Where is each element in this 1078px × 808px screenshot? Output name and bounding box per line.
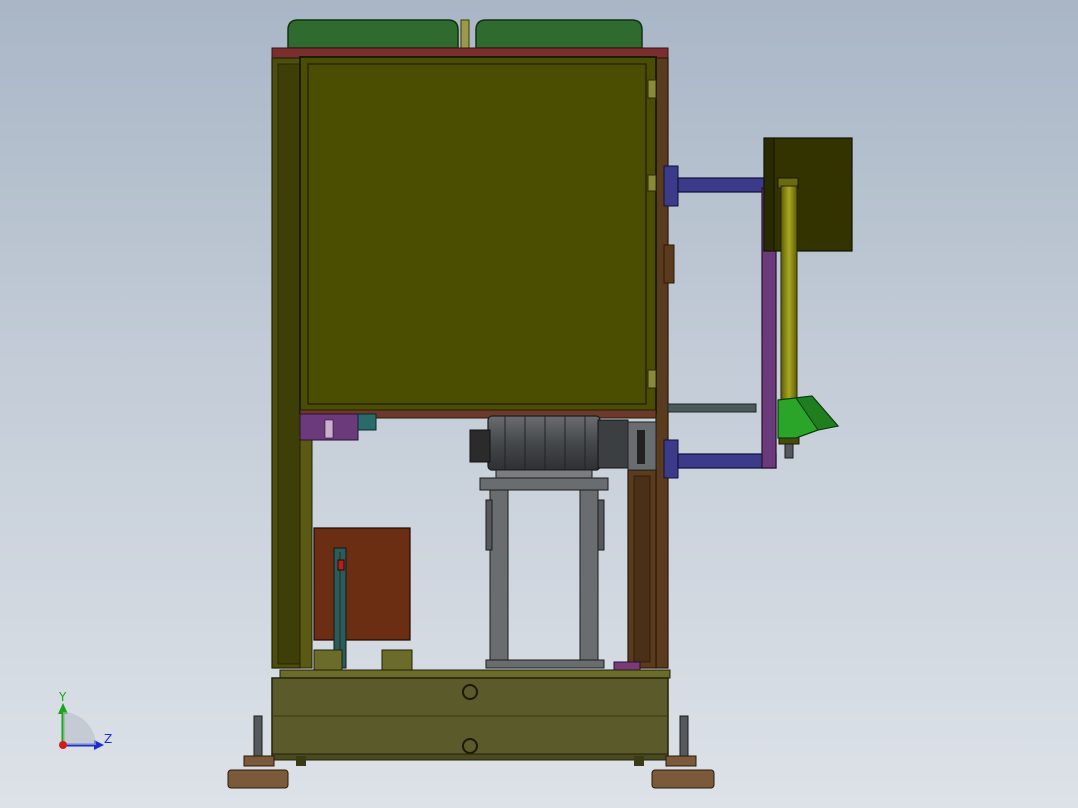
side-bracket-assembly[interactable] [663,165,777,479]
x-axis-dot [59,741,67,749]
lower-brown-box [313,527,411,669]
top-cover-left [287,19,459,49]
coordinate-triad [58,703,104,750]
motor-pulley [469,429,491,463]
electrical-cabinet[interactable] [299,56,675,414]
top-cover-right [475,19,643,49]
upper-arm [677,177,777,193]
lower-arm [677,453,777,469]
hinge-bottom [647,369,657,389]
machine-side-view[interactable] [0,0,1078,808]
top-lifting-post [460,19,470,49]
triad-y-label: Y [59,690,67,704]
drive-motor[interactable] [469,415,657,471]
side-control-box [763,137,853,252]
top-covers[interactable] [287,19,643,49]
hinge-top [647,79,657,99]
triad-z-label: Z [104,732,113,746]
right-side-block [663,244,675,284]
machine-base [271,677,669,761]
guide-strip [667,403,757,413]
motor-stand [479,469,609,669]
cabinet-latch [647,174,657,192]
cad-viewport[interactable]: Y Z [0,0,1078,808]
base-top-plate [279,669,671,679]
